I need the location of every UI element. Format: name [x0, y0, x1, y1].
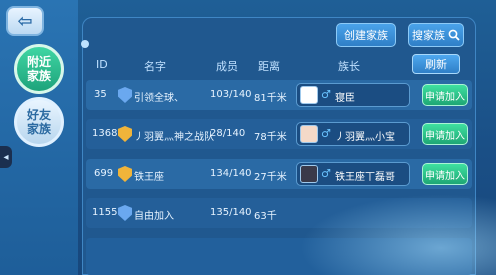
tab-friend-family[interactable]: 好友 家族 — [14, 97, 64, 147]
header-members: 成员 — [216, 60, 238, 73]
leader-box: ♂ 铁王座丅磊哥 — [296, 162, 410, 186]
table-row[interactable]: 35 引领全球、 103/140 81千米 ♂ 寝臣 申请加入 — [86, 80, 472, 110]
row-id: 1155 — [92, 207, 118, 218]
apply-join-button[interactable]: 申请加入 — [422, 84, 468, 106]
search-family-label: 搜家族 — [412, 29, 445, 42]
apply-join-label: 申请加入 — [425, 170, 465, 182]
leader-name: 寝臣 — [335, 93, 355, 104]
leader-name: 铁王座丅磊哥 — [335, 172, 395, 183]
avatar — [300, 165, 318, 183]
search-family-button[interactable]: 搜家族 — [408, 23, 464, 47]
row-name: 引领全球、 — [134, 93, 184, 104]
expand-arrow-icon[interactable]: ◂ — [0, 146, 12, 168]
row-name: 铁王座 — [134, 172, 164, 183]
family-badge-icon — [118, 87, 132, 103]
male-gender-icon: ♂ — [321, 167, 331, 180]
refresh-button[interactable]: 刷新 — [412, 54, 460, 74]
tab-nearby-label-1: 附近 — [26, 55, 51, 69]
avatar — [300, 86, 318, 104]
row-name: 自由加入 — [134, 211, 174, 222]
header-id: ID — [96, 58, 108, 71]
apply-join-label: 申请加入 — [425, 130, 465, 142]
create-family-button[interactable]: 创建家族 — [336, 23, 396, 47]
leader-name: 丿羽翼灬小宝 — [335, 132, 395, 143]
row-distance: 78千米 — [254, 132, 287, 143]
row-id: 1368 — [92, 128, 118, 139]
row-members: 135/140 — [210, 207, 252, 218]
row-members: 28/140 — [210, 128, 246, 139]
refresh-label: 刷新 — [425, 58, 447, 71]
header-distance: 距离 — [258, 60, 280, 73]
male-gender-icon: ♂ — [321, 88, 331, 101]
family-badge-icon — [118, 166, 132, 182]
tab-friend-label-1: 好友 — [26, 108, 51, 122]
search-icon — [448, 29, 460, 41]
family-badge-icon — [118, 126, 132, 142]
row-id: 35 — [94, 89, 107, 100]
row-id: 699 — [94, 168, 114, 179]
panel-corner-dot — [81, 40, 89, 48]
tab-nearby-label-2: 家族 — [26, 69, 51, 83]
apply-join-label: 申请加入 — [425, 91, 465, 103]
family-badge-icon — [118, 205, 132, 221]
male-gender-icon: ♂ — [321, 127, 331, 140]
create-family-label: 创建家族 — [344, 29, 388, 42]
tab-friend-label-2: 家族 — [26, 122, 51, 136]
header-name: 名字 — [144, 60, 166, 73]
apply-join-button[interactable]: 申请加入 — [422, 123, 468, 145]
row-members: 103/140 — [210, 89, 252, 100]
leader-box: ♂ 丿羽翼灬小宝 — [296, 122, 410, 146]
row-distance: 27千米 — [254, 172, 287, 183]
header-leader: 族长 — [338, 60, 360, 73]
avatar — [300, 125, 318, 143]
row-name: 丿羽翼灬神之战队 — [134, 132, 214, 143]
leader-box: ♂ 寝臣 — [296, 83, 410, 107]
table-row[interactable]: 1368 丿羽翼灬神之战队 28/140 78千米 ♂ 丿羽翼灬小宝 申请加入 — [86, 119, 472, 149]
row-distance: 63千 — [254, 211, 277, 222]
row-members: 134/140 — [210, 168, 252, 179]
glow-overlay — [276, 185, 496, 275]
tab-nearby-family[interactable]: 附近 家族 — [14, 44, 64, 94]
apply-join-button[interactable]: 申请加入 — [422, 163, 468, 185]
back-button[interactable]: ⇦ — [6, 6, 44, 36]
back-arrow-icon: ⇦ — [17, 10, 33, 32]
row-distance: 81千米 — [254, 93, 287, 104]
